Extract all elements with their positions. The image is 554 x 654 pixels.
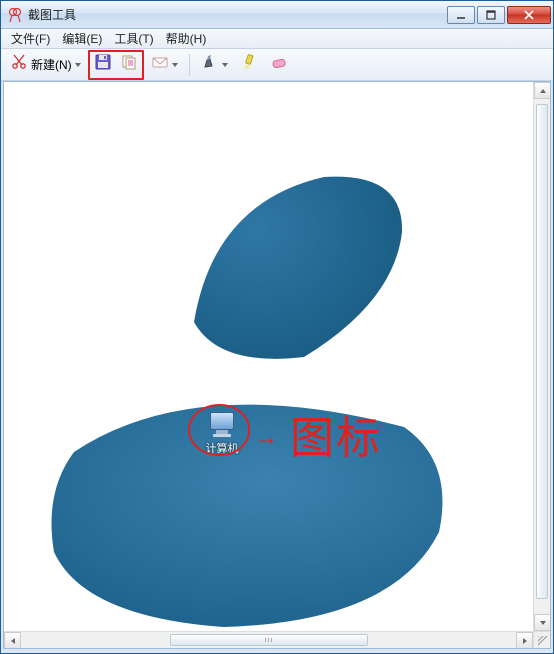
scroll-down-button[interactable] — [534, 614, 551, 631]
highlighter-button[interactable] — [235, 52, 263, 78]
email-button[interactable] — [146, 52, 183, 78]
vscroll-thumb[interactable] — [536, 104, 548, 598]
snip-content: 计算机 → 图标 — [4, 82, 534, 642]
toolbar: 新建(N) — [1, 49, 553, 81]
floppy-disk-icon — [94, 53, 112, 76]
copy-icon — [120, 53, 138, 76]
vertical-scrollbar[interactable] — [533, 82, 550, 631]
scroll-up-button[interactable] — [534, 82, 551, 99]
window-title: 截图工具 — [28, 6, 445, 23]
hscroll-thumb[interactable] — [170, 634, 368, 646]
close-button[interactable] — [507, 6, 551, 24]
chevron-down-icon — [75, 63, 81, 67]
menu-tools[interactable]: 工具(T) — [108, 29, 159, 48]
chevron-down-icon — [172, 63, 178, 67]
menu-help[interactable]: 帮助(H) — [160, 29, 213, 48]
app-icon — [7, 7, 23, 23]
scroll-right-button[interactable] — [516, 632, 533, 649]
minimize-button[interactable] — [447, 6, 475, 24]
app-window: 截图工具 文件(F) 编辑(E) 工具(T) 帮助(H) 新建(N) — [0, 0, 554, 654]
titlebar: 截图工具 — [1, 1, 553, 29]
blue-shape-bottom — [44, 382, 454, 632]
eraser-icon — [270, 53, 288, 76]
pen-icon — [201, 53, 219, 76]
horizontal-scrollbar[interactable] — [4, 631, 533, 648]
eraser-button[interactable] — [265, 52, 293, 78]
blue-shape-top — [194, 172, 404, 362]
chevron-down-icon — [222, 63, 228, 67]
annotation-highlight-save-copy — [88, 50, 144, 80]
envelope-icon — [151, 53, 169, 76]
window-buttons — [445, 6, 551, 24]
pen-button[interactable] — [196, 52, 233, 78]
status-strip — [1, 649, 553, 653]
scissors-icon — [10, 53, 28, 76]
menu-edit[interactable]: 编辑(E) — [56, 29, 108, 48]
annotation-arrow: → — [254, 424, 278, 452]
maximize-button[interactable] — [477, 6, 505, 24]
save-button[interactable] — [90, 52, 116, 78]
resize-grip[interactable] — [533, 631, 550, 648]
new-snip-button[interactable]: 新建(N) — [5, 52, 86, 78]
menubar: 文件(F) 编辑(E) 工具(T) 帮助(H) — [1, 29, 553, 49]
highlighter-icon — [240, 53, 258, 76]
copy-button[interactable] — [116, 52, 142, 78]
canvas-area: 计算机 → 图标 — [3, 81, 551, 649]
annotation-text: 图标 — [290, 402, 382, 466]
new-snip-label: 新建(N) — [31, 56, 72, 73]
canvas-viewport[interactable]: 计算机 → 图标 — [4, 82, 550, 648]
toolbar-separator — [189, 54, 190, 76]
scroll-left-button[interactable] — [4, 632, 21, 649]
menu-file[interactable]: 文件(F) — [5, 29, 56, 48]
vscroll-track[interactable] — [534, 99, 550, 614]
hscroll-track[interactable] — [21, 632, 516, 648]
